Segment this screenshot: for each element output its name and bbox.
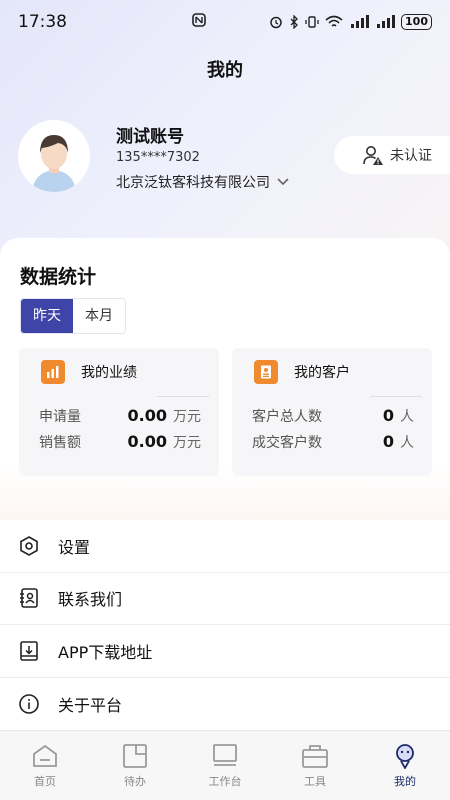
menu-item-contact[interactable]: 联系我们 bbox=[0, 573, 450, 625]
contact-book-icon bbox=[18, 587, 40, 609]
vibrate-icon bbox=[305, 16, 319, 28]
menu-item-label: 联系我们 bbox=[58, 590, 123, 610]
workbench-icon bbox=[213, 744, 237, 766]
stat-row: 申请量 0.00 万元 bbox=[39, 406, 201, 426]
stat-value: 0 bbox=[382, 406, 394, 425]
customers-title: 我的客户 bbox=[294, 365, 350, 381]
status-bar: 17:38 100 bbox=[0, 0, 450, 44]
company-name: 北京泛钛客科技有限公司 bbox=[116, 175, 270, 191]
wifi-icon bbox=[325, 15, 343, 27]
chevron-down-icon bbox=[277, 178, 289, 186]
stat-value: 0 bbox=[382, 432, 394, 451]
tab-yesterday[interactable]: 昨天 bbox=[21, 299, 73, 333]
menu-item-label: APP下载地址 bbox=[58, 642, 153, 662]
tab-label: 工作台 bbox=[208, 775, 242, 788]
alarm-icon bbox=[270, 16, 282, 29]
menu-item-settings[interactable]: 设置 bbox=[0, 520, 450, 573]
stat-row: 销售额 0.00 万元 bbox=[39, 432, 201, 452]
period-segmented-control: 昨天 本月 bbox=[20, 298, 126, 334]
stat-label: 成交客户数 bbox=[252, 435, 322, 451]
tab-tools[interactable]: 工具 bbox=[270, 731, 360, 800]
settings-hex-icon bbox=[18, 535, 40, 557]
stat-unit: 人 bbox=[400, 409, 414, 425]
stat-row: 成交客户数 0 人 bbox=[252, 432, 414, 452]
me-icon bbox=[396, 744, 414, 769]
menu-item-label: 设置 bbox=[58, 537, 91, 557]
tab-this-month[interactable]: 本月 bbox=[73, 299, 125, 333]
avatar[interactable] bbox=[18, 120, 90, 192]
tab-label: 我的 bbox=[394, 775, 416, 788]
tab-todo[interactable]: 待办 bbox=[90, 731, 180, 800]
tab-me[interactable]: 我的 bbox=[360, 731, 450, 800]
stat-label: 客户总人数 bbox=[252, 409, 322, 425]
tab-label: 首页 bbox=[34, 775, 56, 788]
bluetooth-icon bbox=[290, 15, 298, 29]
user-warning-icon bbox=[363, 146, 383, 165]
stat-label: 销售额 bbox=[39, 435, 81, 451]
performance-chart-icon bbox=[41, 360, 65, 384]
stat-row: 客户总人数 0 人 bbox=[252, 406, 414, 426]
divider bbox=[157, 396, 209, 397]
profile-section: 测试账号 135****7302 北京泛钛客科技有限公司 未认证 bbox=[18, 120, 450, 200]
stats-card: 数据统计 昨天 本月 我的业绩 申请量 0.00 万元 销售额 0.00 万元 … bbox=[0, 238, 450, 520]
user-name: 测试账号 bbox=[116, 127, 184, 147]
tab-workbench[interactable]: 工作台 bbox=[180, 731, 270, 800]
toolbox-icon bbox=[302, 745, 328, 768]
battery-indicator: 100 bbox=[401, 14, 432, 30]
menu-item-about[interactable]: 关于平台 bbox=[0, 678, 450, 731]
settings-menu: 设置 联系我们 APP下载地址 关于平台 bbox=[0, 520, 450, 730]
menu-item-download[interactable]: APP下载地址 bbox=[0, 625, 450, 678]
performance-card[interactable]: 我的业绩 申请量 0.00 万元 销售额 0.00 万元 bbox=[19, 348, 219, 476]
tab-label: 待办 bbox=[124, 775, 146, 788]
customer-contact-icon bbox=[254, 360, 278, 384]
stat-label: 申请量 bbox=[39, 409, 81, 425]
nfc-icon bbox=[128, 13, 269, 31]
signal-icon bbox=[351, 15, 370, 28]
status-time: 17:38 bbox=[18, 12, 67, 32]
tab-home[interactable]: 首页 bbox=[0, 731, 90, 800]
todo-icon bbox=[123, 744, 147, 768]
divider bbox=[370, 396, 422, 397]
verify-status-button[interactable]: 未认证 bbox=[334, 136, 450, 174]
page-title: 我的 bbox=[207, 60, 243, 81]
menu-item-label: 关于平台 bbox=[58, 695, 123, 715]
stat-unit: 人 bbox=[400, 435, 414, 451]
stats-title: 数据统计 bbox=[20, 266, 97, 288]
verify-label: 未认证 bbox=[390, 148, 432, 164]
home-icon bbox=[33, 744, 57, 767]
status-icons: 100 bbox=[269, 14, 432, 30]
stat-value: 0.00 bbox=[127, 432, 167, 451]
stat-unit: 万元 bbox=[173, 435, 201, 451]
stat-value: 0.00 bbox=[127, 406, 167, 425]
customers-card[interactable]: 我的客户 客户总人数 0 人 成交客户数 0 人 bbox=[232, 348, 432, 476]
company-selector[interactable]: 北京泛钛客科技有限公司 bbox=[116, 172, 290, 192]
signal-2-icon bbox=[377, 15, 396, 28]
tab-label: 工具 bbox=[304, 775, 326, 788]
download-icon bbox=[18, 640, 40, 662]
bottom-tab-bar: 首页 待办 工作台 工具 我的 bbox=[0, 730, 450, 800]
info-icon bbox=[18, 693, 40, 715]
user-phone: 135****7302 bbox=[116, 150, 200, 165]
stat-unit: 万元 bbox=[173, 409, 201, 425]
performance-title: 我的业绩 bbox=[81, 365, 137, 381]
